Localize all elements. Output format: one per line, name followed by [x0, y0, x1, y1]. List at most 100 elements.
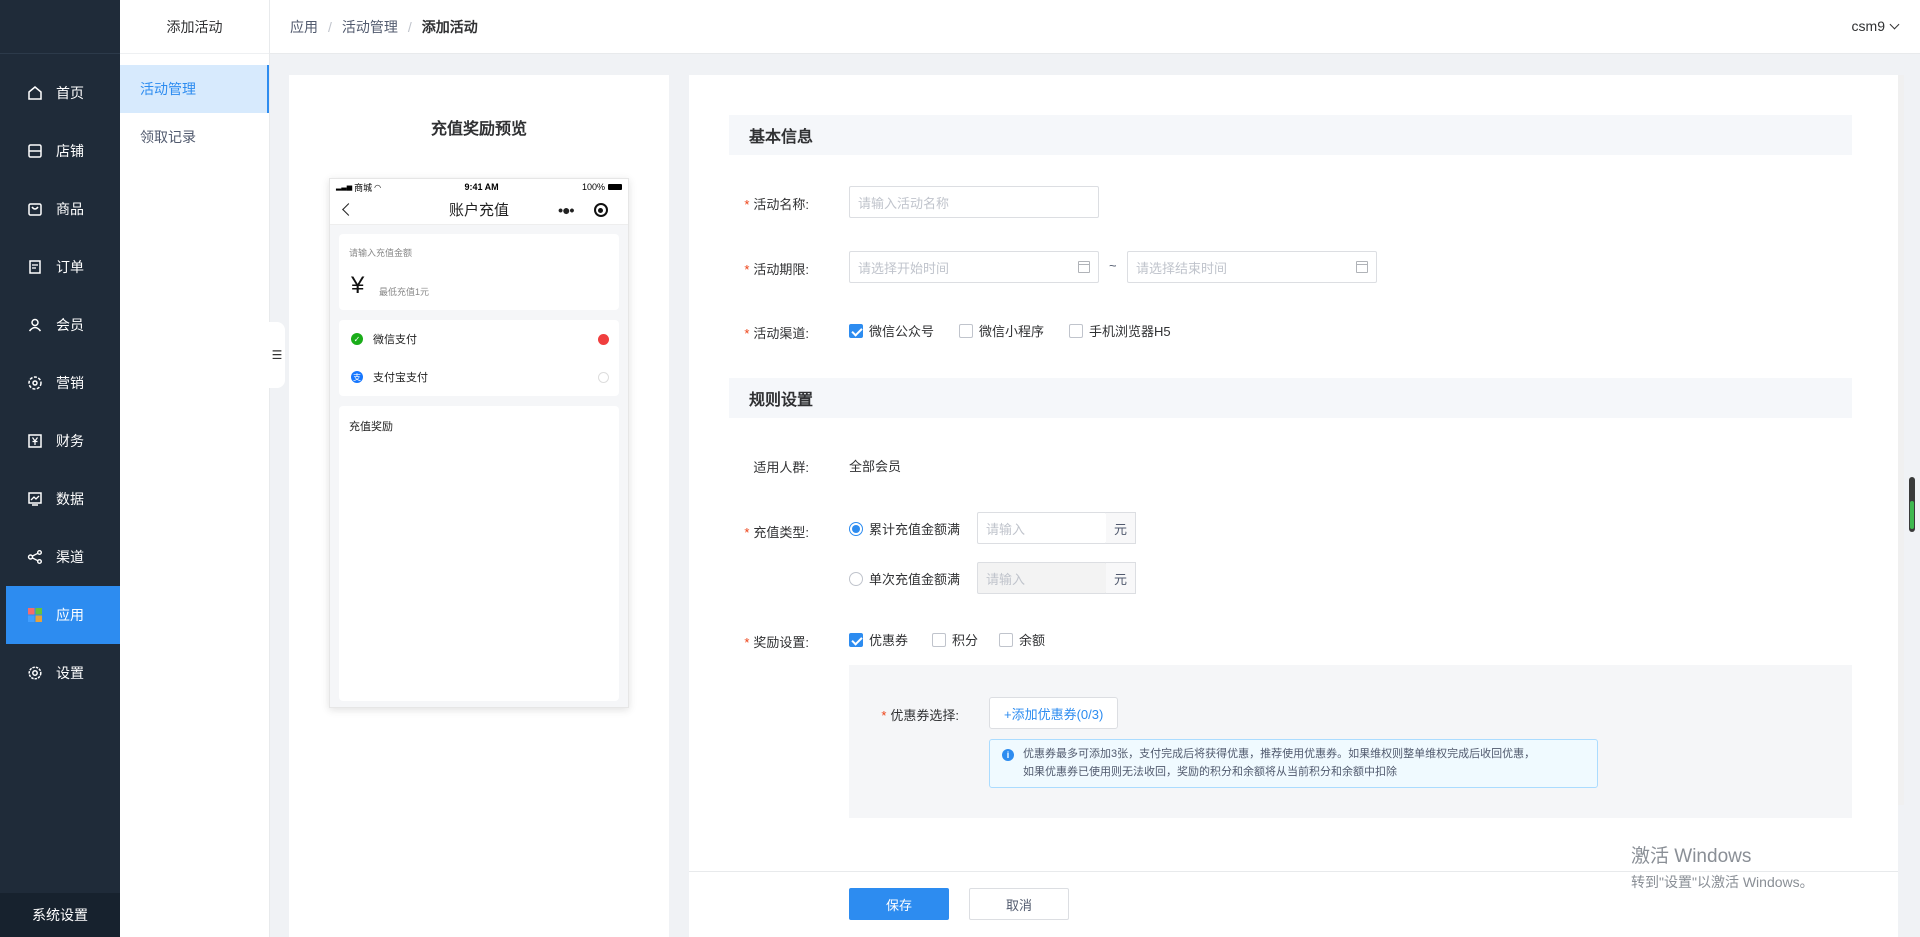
- radio-label: 单次充值金额满: [869, 572, 961, 587]
- checkbox-label: 优惠券: [869, 633, 909, 648]
- amount-label: 请输入充值金额: [349, 248, 413, 258]
- sidebar-item-member[interactable]: 会员: [6, 296, 120, 354]
- data-icon: [26, 490, 44, 508]
- reward-balance-checkbox[interactable]: 余额: [999, 630, 1045, 649]
- channel-wechat-mini-checkbox[interactable]: 微信小程序: [959, 321, 1044, 340]
- sidebar-item-data[interactable]: 数据: [6, 470, 120, 528]
- start-time-picker[interactable]: 请选择开始时间: [849, 251, 1099, 283]
- checkbox-label: 积分: [952, 633, 979, 648]
- store-icon: [26, 142, 44, 160]
- calendar-icon: [1078, 261, 1090, 273]
- form-scrollbar-track[interactable]: [1898, 75, 1904, 805]
- pay-method-wechat[interactable]: ✓ 微信支付: [339, 320, 619, 358]
- sidebar-item-channel[interactable]: 渠道: [6, 528, 120, 586]
- sidebar-item-label: 首页: [56, 85, 84, 101]
- sidebar-item-apps[interactable]: 应用: [6, 586, 120, 644]
- chevron-down-icon: [1889, 19, 1900, 29]
- sub-item-activity-manage[interactable]: 活动管理: [120, 65, 269, 113]
- sidebar-item-label: 商品: [56, 201, 84, 217]
- sidebar-item-finance[interactable]: 财务: [6, 412, 120, 470]
- add-coupon-button[interactable]: +添加优惠券(0/3): [989, 697, 1119, 729]
- goods-icon: [26, 200, 44, 218]
- channel-wechat-official-checkbox[interactable]: 微信公众号: [849, 321, 934, 340]
- breadcrumb-current: 添加活动: [421, 18, 478, 35]
- sub-menu: 添加活动 活动管理 领取记录: [120, 0, 270, 937]
- save-button[interactable]: 保存: [849, 888, 949, 920]
- mini-program-capsule: •●•: [548, 200, 618, 220]
- cancel-button[interactable]: 取消: [969, 888, 1069, 920]
- page-scroll-thumb[interactable]: [1909, 477, 1915, 532]
- checkbox-label: 微信公众号: [869, 324, 935, 339]
- currency-symbol: ¥: [351, 272, 365, 299]
- breadcrumb: 应用 / 活动管理 / 添加活动: [290, 17, 478, 37]
- type-cumulative-radio[interactable]: 累计充值金额满: [849, 519, 960, 538]
- phone-mockup: ▂▃▅ 商城 ◠ 9:41 AM 100% 账户充值 •●• 请输入充值金额 ¥…: [329, 178, 629, 708]
- home-icon: [26, 84, 44, 102]
- sidebar-item-store[interactable]: 店铺: [6, 122, 120, 180]
- notice-line: 如果优惠券已使用则无法收回，奖励的积分和余额将从当前积分和余额中扣除: [1023, 766, 1397, 778]
- back-arrow-icon[interactable]: [342, 203, 355, 216]
- sidebar-item-settings[interactable]: 设置: [6, 644, 120, 702]
- reward-points-checkbox[interactable]: 积分: [932, 630, 978, 649]
- section-basic-info: 基本信息: [729, 115, 1852, 155]
- end-time-picker[interactable]: 请选择结束时间: [1127, 251, 1377, 283]
- activity-name-label: * 活动名称:: [744, 197, 809, 212]
- sidebar-item-marketing[interactable]: 营销: [6, 354, 120, 412]
- range-separator: ~: [1109, 258, 1117, 273]
- reward-coupon-checkbox[interactable]: 优惠券: [849, 630, 908, 649]
- coupon-settings-panel: * 优惠券选择: +添加优惠券(0/3) i 优惠券最多可添加3张，支付完成后将获…: [849, 665, 1852, 818]
- close-capsule-icon[interactable]: [593, 203, 608, 217]
- pay-method-label: 支付宝支付: [373, 372, 428, 384]
- more-dots-icon[interactable]: •●•: [558, 202, 574, 218]
- recharge-amount-box: 请输入充值金额 ¥ 最低充值1元: [339, 234, 619, 310]
- recharge-type-label: * 充值类型:: [744, 525, 809, 540]
- watermark-line: 转到"设置"以激活 Windows。: [1631, 874, 1814, 890]
- pay-method-alipay[interactable]: 支 支付宝支付: [339, 358, 619, 396]
- cumulative-unit: 元: [1106, 512, 1136, 544]
- preview-title: 充值奖励预览: [430, 121, 527, 138]
- watermark-line: 激活 Windows: [1631, 846, 1752, 867]
- type-single-radio[interactable]: 单次充值金额满: [849, 569, 960, 588]
- wechat-pay-icon: ✓: [351, 333, 363, 345]
- signal-icon: ▂▃▅: [336, 184, 353, 191]
- checkbox-checked-icon: [849, 323, 863, 338]
- checkbox-unchecked-icon: [959, 323, 973, 338]
- activity-name-input[interactable]: 请输入活动名称: [849, 186, 1099, 218]
- sidebar-item-label: 店铺: [56, 143, 84, 159]
- member-icon: [26, 316, 44, 334]
- top-header: 应用 / 活动管理 / 添加活动 csm9: [270, 0, 1920, 54]
- breadcrumb-item[interactable]: 应用: [290, 17, 318, 37]
- system-settings-button[interactable]: 系统设置: [0, 893, 120, 937]
- sidebar-item-label: 财务: [56, 433, 84, 449]
- radio-label: 累计充值金额满: [869, 522, 961, 537]
- sidebar-logo-area: [0, 0, 120, 54]
- username: csm9: [1851, 18, 1885, 34]
- reward-label: 充值奖励: [349, 421, 393, 433]
- checkbox-checked-icon: [849, 632, 863, 647]
- menu-icon: ☰: [271, 348, 283, 362]
- single-amount-input[interactable]: 请输入: [977, 562, 1107, 594]
- selected-check-icon: [598, 333, 609, 345]
- sidebar-item-order[interactable]: 订单: [6, 238, 120, 296]
- payment-methods: ✓ 微信支付 支 支付宝支付: [339, 320, 619, 396]
- user-menu[interactable]: csm9: [1851, 18, 1900, 34]
- channel-h5-checkbox[interactable]: 手机浏览器H5: [1069, 321, 1171, 340]
- checkbox-label: 余额: [1019, 633, 1046, 648]
- channel-icon: [26, 548, 44, 566]
- carrier-label: 商城: [354, 182, 373, 193]
- sidebar-item-home[interactable]: 首页: [6, 64, 120, 122]
- alipay-icon: 支: [351, 371, 363, 383]
- breadcrumb-item[interactable]: 活动管理: [342, 17, 398, 37]
- min-recharge-hint: 最低充值1元: [379, 287, 430, 297]
- cumulative-amount-placeholder: 请输入: [986, 521, 1026, 537]
- audience-value: 全部会员: [849, 459, 902, 474]
- windows-activation-watermark: 激活 Windows 转到"设置"以激活 Windows。: [1631, 841, 1814, 892]
- activity-name-placeholder: 请输入活动名称: [858, 195, 950, 211]
- collapse-menu-toggle[interactable]: ☰: [269, 322, 285, 388]
- start-time-placeholder: 请选择开始时间: [858, 260, 950, 276]
- radio-unselected-icon: [849, 571, 863, 586]
- sidebar-item-goods[interactable]: 商品: [6, 180, 120, 238]
- radio-selected-icon: [849, 521, 863, 536]
- sub-item-claim-records[interactable]: 领取记录: [120, 113, 269, 161]
- cumulative-amount-input[interactable]: 请输入: [977, 512, 1107, 544]
